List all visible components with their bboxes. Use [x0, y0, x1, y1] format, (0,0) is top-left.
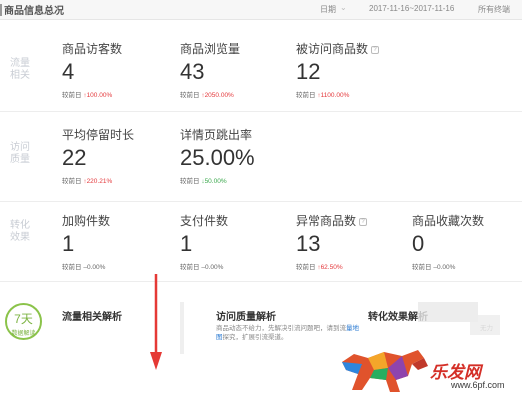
section-conversion: 转化效果 加购件数 1 较前日 –0.00% 支付件数 1 较前日 –0.00%…	[0, 202, 522, 282]
traffic-analysis-title[interactable]: 流量相关解析	[62, 308, 122, 323]
metric-value: 12	[296, 59, 321, 84]
metric-name: 被访问商品数?	[296, 40, 380, 57]
section-quality: 访问质量 平均停留时长 22 较前日 ↑220.21% 详情页跳出率 25.00…	[0, 112, 522, 202]
watermark-url: www.6pf.com	[451, 380, 505, 390]
metric-name: 异常商品数?	[296, 212, 368, 229]
seven-day-badge[interactable]: 7天 数据解读	[5, 303, 42, 340]
overview-header: 商品信息总况 日期 ⌄ 2017-11-16~2017-11-16 所有终端	[0, 0, 522, 20]
metric-value: 0	[412, 231, 425, 256]
terminal-select[interactable]: 所有终端	[478, 4, 510, 15]
metric-name: 商品访客数	[62, 42, 123, 56]
metric-value: 22	[62, 145, 87, 170]
metric-compare: 较前日 ↑100.00%	[62, 92, 113, 99]
blurred-region	[470, 315, 500, 335]
metric-compare: 较前日 ↑1100.00%	[296, 92, 350, 99]
metric-value: 1	[62, 231, 75, 256]
date-dropdown[interactable]: 日期	[320, 4, 336, 15]
metric-compare: 较前日 ↑2050.00%	[180, 92, 234, 99]
metric-name: 支付件数	[180, 214, 229, 228]
section-label-quality: 访问质量	[10, 142, 30, 165]
chevron-down-icon[interactable]: ⌄	[340, 3, 347, 12]
metric-name: 详情页跳出率	[180, 128, 253, 142]
section-traffic: 流量相关 商品访客数 4 较前日 ↑100.00% 商品浏览量 43 较前日 ↑…	[0, 20, 522, 112]
badge-number: 7天	[14, 312, 33, 326]
section-label-traffic: 流量相关	[10, 58, 30, 81]
help-icon[interactable]: ?	[359, 218, 368, 226]
metric-name: 平均停留时长	[62, 128, 135, 142]
badge-text: 数据解读	[11, 331, 36, 337]
bull-logo-icon	[342, 350, 428, 392]
metric-value: 43	[180, 59, 205, 84]
metric-compare: 较前日 –0.00%	[62, 264, 106, 271]
metric-compare: 较前日 –0.00%	[412, 264, 456, 271]
metric-avg-stay[interactable]: 平均停留时长 22 较前日 ↑220.21%	[62, 126, 134, 185]
metric-paid-items[interactable]: 支付件数 1 较前日 –0.00%	[180, 212, 228, 271]
date-range-text[interactable]: 2017-11-16~2017-11-16	[369, 4, 454, 13]
metric-visited-items[interactable]: 被访问商品数? 12 较前日 ↑1100.00%	[296, 40, 380, 99]
metric-name: 商品收藏次数	[412, 214, 485, 228]
page-title: 商品信息总况	[4, 6, 64, 17]
title-marker	[0, 4, 2, 16]
metric-name: 商品浏览量	[180, 42, 241, 56]
analysis-divider	[180, 302, 184, 354]
section-label-conversion: 转化效果	[10, 220, 30, 243]
quality-analysis-title[interactable]: 访问质量解析	[216, 308, 276, 323]
metric-compare: 较前日 ↓50.00%	[180, 178, 227, 185]
quality-analysis-desc: 商品动态不给力，先解决引流问题吧，请到流量地图探究，扩展引流渠道。	[216, 325, 359, 341]
metric-abnormal-items[interactable]: 异常商品数? 13 较前日 ↑62.50%	[296, 212, 368, 271]
metric-cart-adds[interactable]: 加购件数 1 较前日 –0.00%	[62, 212, 110, 271]
metric-value: 1	[180, 231, 193, 256]
metric-bounce-rate[interactable]: 详情页跳出率 25.00% 较前日 ↓50.00%	[180, 126, 255, 185]
metric-compare: 较前日 ↑62.50%	[296, 264, 343, 271]
metric-value: 4	[62, 59, 75, 84]
metric-compare: 较前日 –0.00%	[180, 264, 224, 271]
help-icon[interactable]: ?	[371, 46, 380, 54]
red-down-arrow-icon	[150, 274, 162, 370]
metric-favorites[interactable]: 商品收藏次数 0 较前日 –0.00%	[412, 212, 484, 271]
metric-pageviews[interactable]: 商品浏览量 43 较前日 ↑2050.00%	[180, 40, 240, 99]
metric-value: 13	[296, 231, 321, 256]
metric-visitors[interactable]: 商品访客数 4 较前日 ↑100.00%	[62, 40, 122, 99]
metric-value: 25.00%	[180, 145, 255, 170]
blurred-region	[418, 302, 478, 322]
metric-name: 加购件数	[62, 214, 111, 228]
metric-compare: 较前日 ↑220.21%	[62, 178, 113, 185]
